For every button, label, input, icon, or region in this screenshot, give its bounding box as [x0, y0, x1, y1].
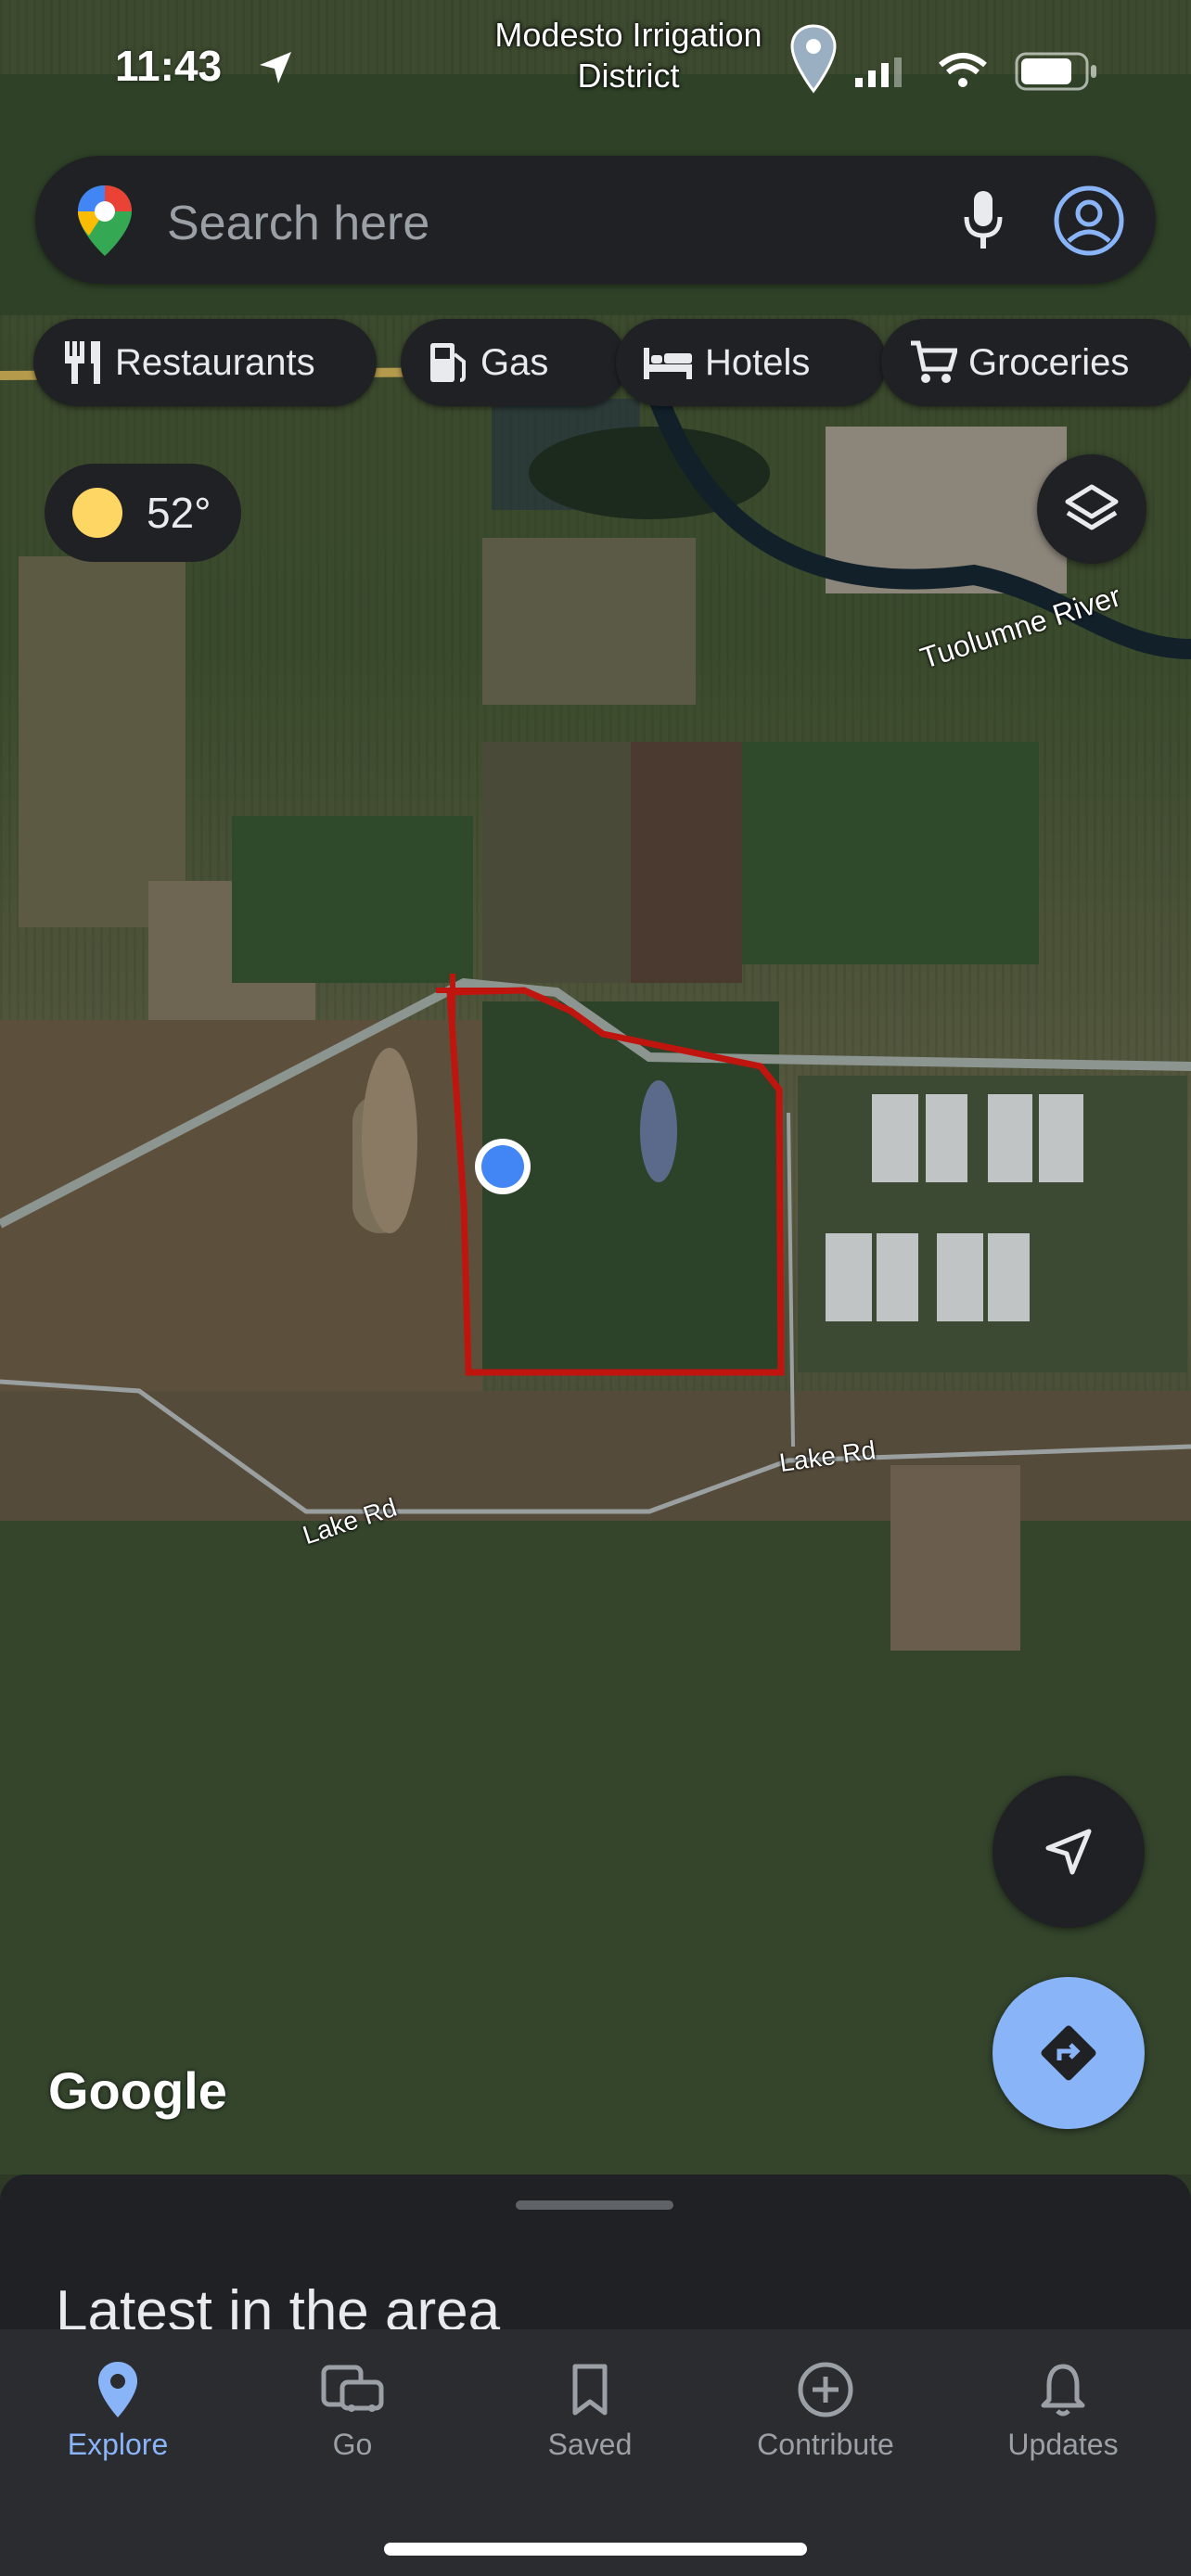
map-place-label[interactable]: Modesto Irrigation District: [478, 15, 779, 96]
microphone-icon[interactable]: [963, 189, 1004, 250]
chip-hotels[interactable]: Hotels: [616, 319, 887, 406]
layers-button[interactable]: [1037, 454, 1146, 564]
nav-updates[interactable]: Updates: [970, 2357, 1156, 2462]
chip-gas[interactable]: Gas: [401, 319, 627, 406]
search-input[interactable]: Search here: [167, 196, 429, 251]
nav-go[interactable]: Go: [260, 2357, 445, 2462]
home-indicator[interactable]: [384, 2543, 807, 2556]
nav-label: Go: [332, 2428, 373, 2461]
explore-pin-icon: [98, 2362, 137, 2417]
sheet-drag-handle[interactable]: [516, 2200, 673, 2210]
battery-icon: [1015, 52, 1096, 91]
commute-icon: [321, 2365, 384, 2412]
bottom-navigation: Explore Go Saved Contribute Updates: [0, 2329, 1191, 2576]
sun-icon: [72, 488, 122, 538]
nav-contribute[interactable]: Contribute: [733, 2357, 918, 2462]
layers-icon: [1065, 484, 1119, 530]
nav-label: Contribute: [757, 2428, 894, 2461]
chip-label: Hotels: [705, 341, 811, 383]
weather-chip[interactable]: 52°: [45, 464, 241, 562]
nav-label: Explore: [67, 2428, 169, 2461]
nav-explore[interactable]: Explore: [25, 2357, 211, 2462]
signal-icon: [855, 57, 902, 87]
location-arrow-icon: [260, 52, 291, 83]
add-circle-icon: [798, 2362, 853, 2417]
wifi-icon: [939, 53, 987, 87]
place-pin-icon[interactable]: [788, 22, 839, 96]
bottom-sheet[interactable]: Latest in the area: [0, 2174, 1191, 2332]
chip-label: Groceries: [968, 341, 1130, 383]
sheet-title: Latest in the area: [56, 2279, 501, 2332]
search-bar[interactable]: Search here: [35, 156, 1156, 284]
bookmark-icon: [572, 2364, 608, 2416]
status-bar: 11:43 Modesto Irrigation District: [0, 0, 1191, 139]
navigation-arrow-icon: [1045, 1829, 1092, 1875]
google-maps-logo-icon: [78, 185, 132, 256]
bell-icon: [1041, 2364, 1085, 2417]
chip-groceries[interactable]: Groceries: [881, 319, 1191, 406]
nav-label: Saved: [547, 2428, 633, 2461]
nav-saved[interactable]: Saved: [497, 2357, 683, 2462]
account-avatar-icon[interactable]: [1052, 184, 1126, 258]
chip-restaurants[interactable]: Restaurants: [33, 319, 377, 406]
nav-label: Updates: [1007, 2428, 1119, 2461]
recenter-location-button[interactable]: [992, 1776, 1145, 1928]
cart-icon: [911, 340, 957, 383]
status-time: 11:43: [115, 42, 223, 90]
gas-pump-icon: [430, 343, 466, 382]
directions-button[interactable]: [992, 1977, 1145, 2129]
chip-label: Gas: [480, 341, 549, 383]
weather-temp: 52°: [147, 489, 211, 537]
chip-label: Restaurants: [115, 341, 315, 383]
google-logo: Google: [48, 2061, 227, 2120]
fork-knife-icon: [65, 341, 100, 384]
directions-icon: [1041, 2025, 1096, 2081]
bed-icon: [644, 348, 692, 379]
